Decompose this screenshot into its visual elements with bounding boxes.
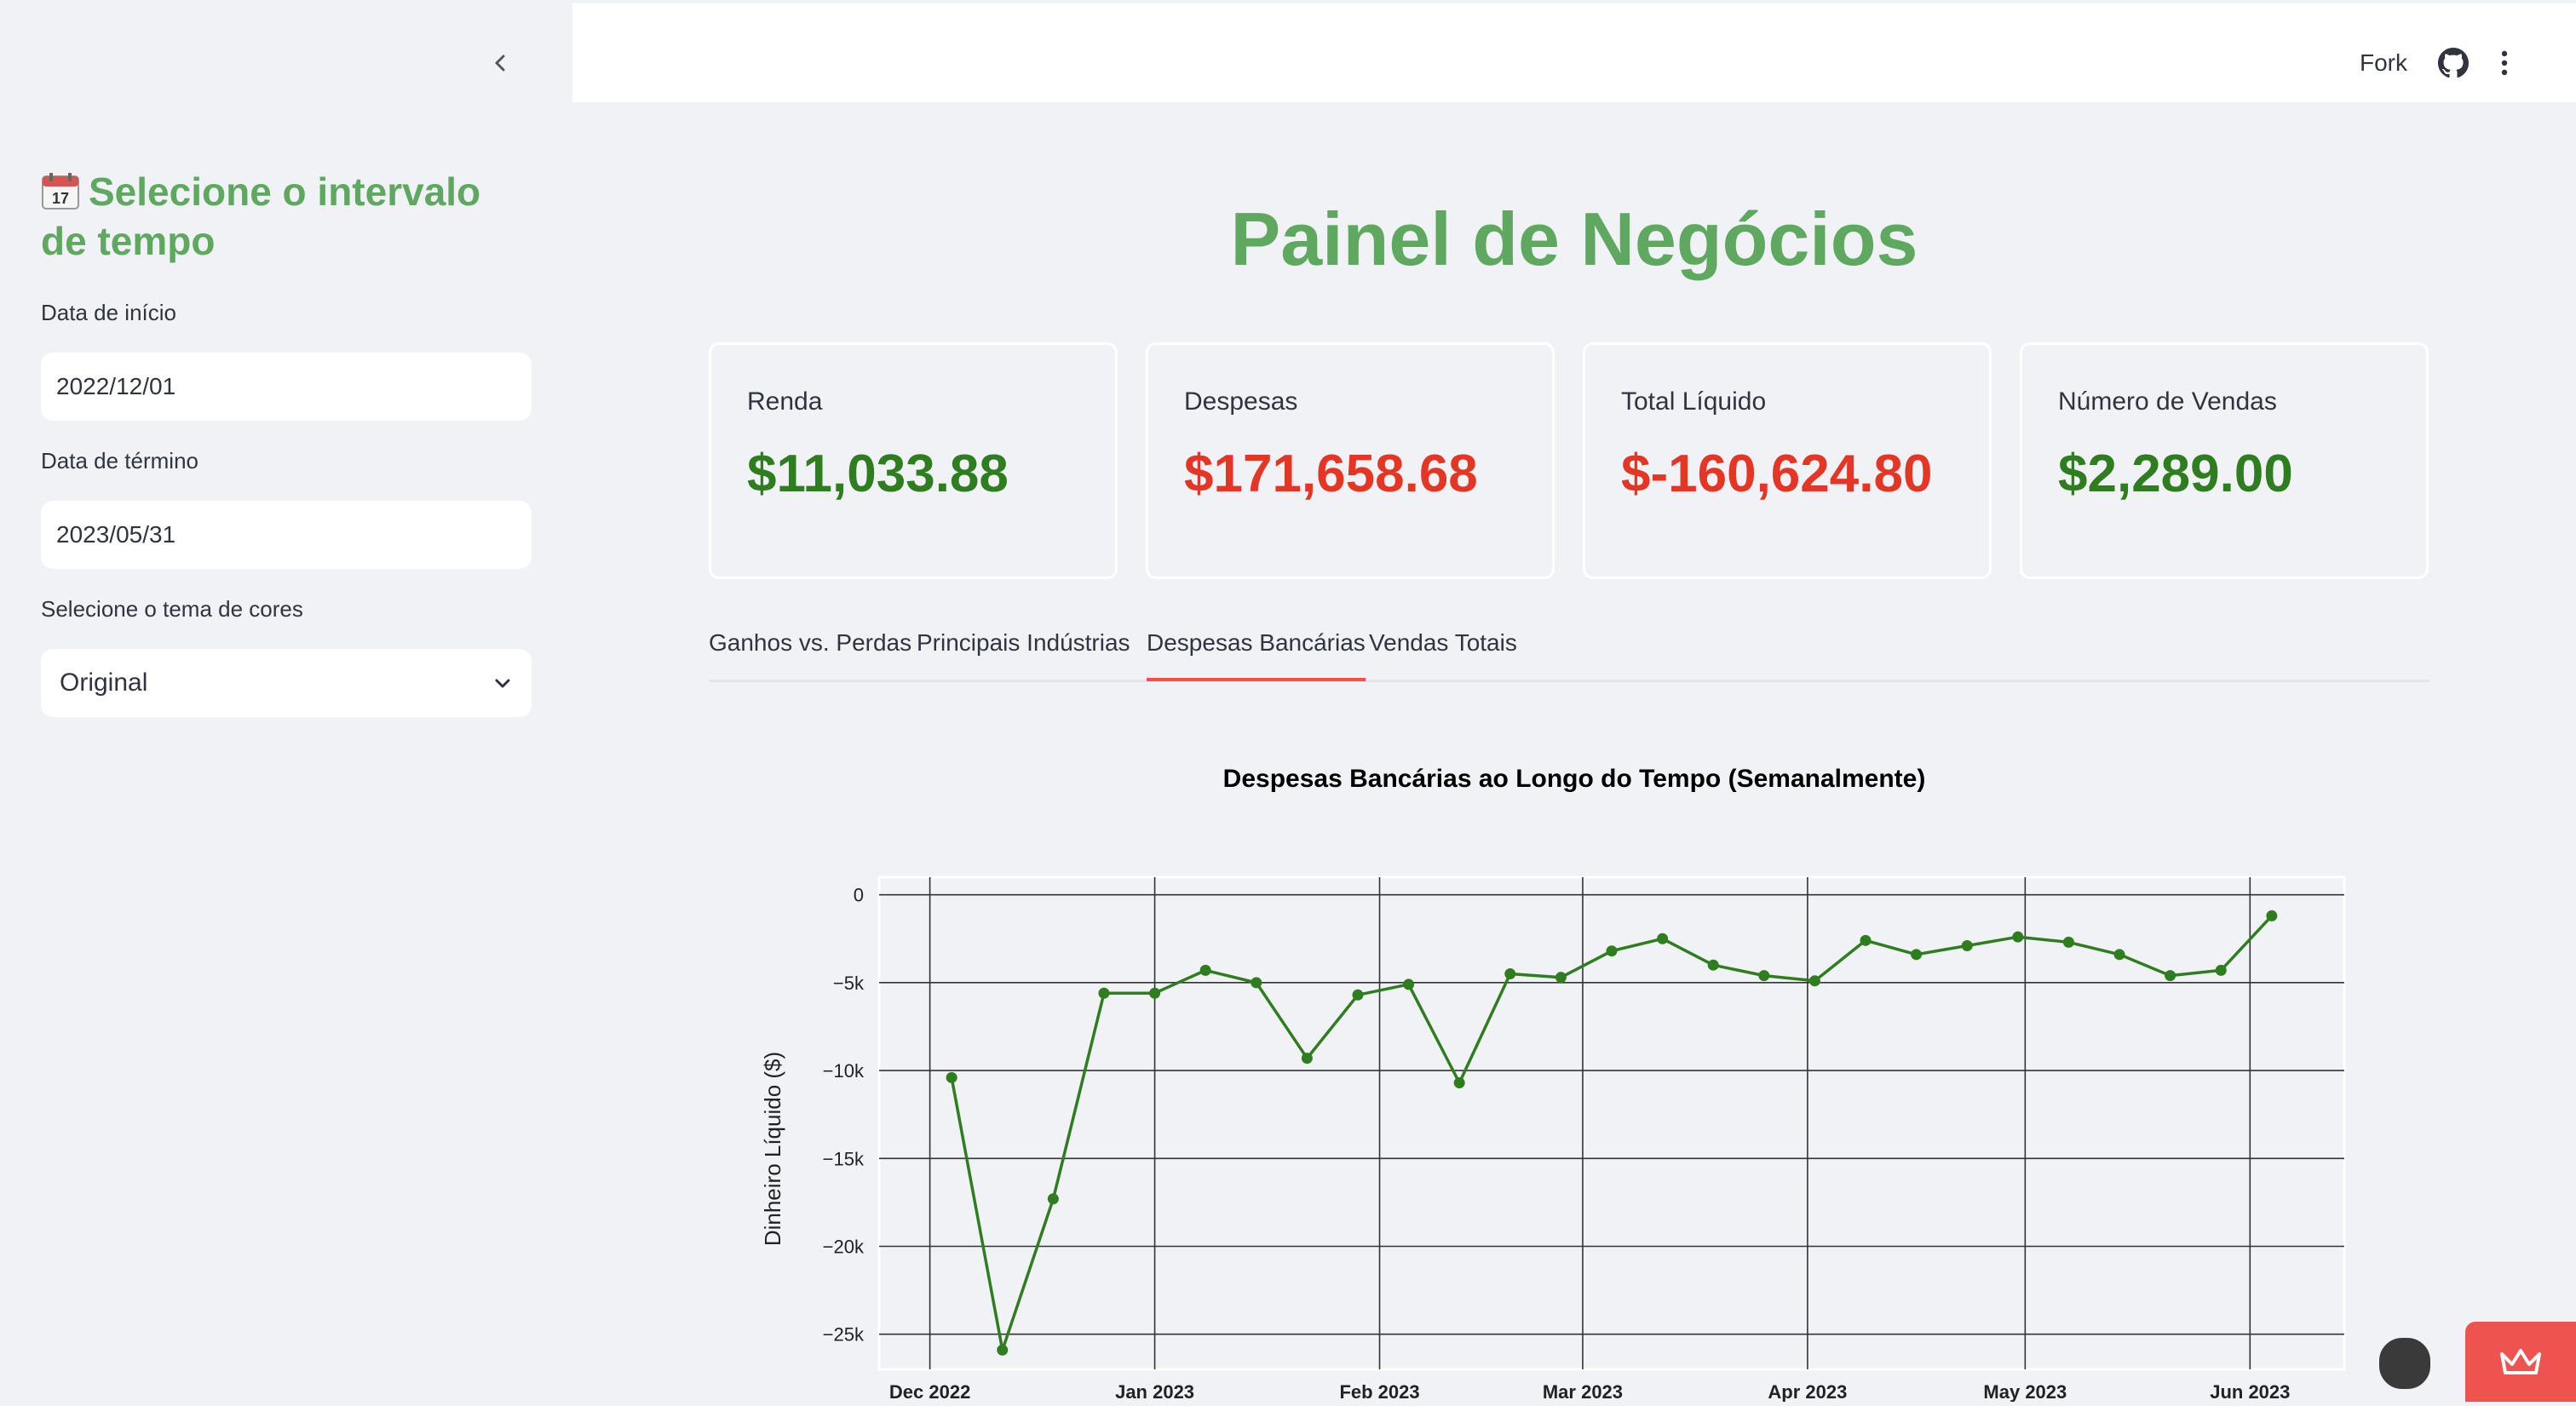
start-date-label: Data de início <box>41 300 176 325</box>
sidebar-title: 17 Selecione o intervalo de tempo <box>41 167 535 266</box>
crown-icon <box>2500 1349 2541 1374</box>
y-tick-label: −25k <box>823 1324 865 1346</box>
data-point <box>1251 977 1262 989</box>
metric-card-renda: Renda $11,033.88 <box>709 342 1118 579</box>
data-point <box>946 1071 957 1083</box>
chevron-left-icon <box>495 55 505 72</box>
chart-svg: 0 −5k −10k −15k −20k −25k Dec 2022 Jan 2023 Feb … <box>760 875 2346 1403</box>
end-date-input[interactable]: 2023/05/31 <box>41 501 532 569</box>
tab-principais-industrias[interactable]: Principais Indústrias <box>917 627 1130 680</box>
svg-text:17: 17 <box>52 190 69 207</box>
data-point <box>1606 945 1618 957</box>
line-chart: 0 −5k −10k −15k −20k −25k Dec 2022 Jan 2023 Feb … <box>733 860 2368 1403</box>
data-point <box>1047 1193 1059 1205</box>
data-point <box>1555 972 1567 984</box>
x-tick-label: Apr 2023 <box>1768 1381 1847 1402</box>
data-point <box>2113 949 2125 961</box>
data-point <box>2165 970 2176 982</box>
metric-value: $171,658.68 <box>1184 445 1478 503</box>
chart-title: Despesas Bancárias ao Longo do Tempo (Se… <box>1222 765 1926 793</box>
tab-despesas-bancarias[interactable]: Despesas Bancárias <box>1147 627 1366 681</box>
data-point <box>1860 934 1872 946</box>
metric-value: $11,033.88 <box>747 445 1009 503</box>
fork-link[interactable]: Fork <box>2360 49 2407 77</box>
sidebar-title-text: Selecione o intervalo de tempo <box>41 169 481 263</box>
metric-label: Número de Vendas <box>2058 387 2277 416</box>
metric-value: $-160,624.80 <box>1621 445 1933 503</box>
end-date-value: 2023/05/31 <box>56 521 176 548</box>
metric-card-total-liquido: Total Líquido $-160,624.80 <box>1583 342 1992 579</box>
data-point <box>1199 964 1211 976</box>
metric-label: Despesas <box>1184 387 1298 416</box>
y-tick-label: −10k <box>823 1060 865 1082</box>
data-point <box>997 1344 1009 1356</box>
chevron-down-icon <box>495 679 510 688</box>
theme-select-value: Original <box>60 669 148 697</box>
github-icon[interactable] <box>2438 48 2469 78</box>
page-title: Painel de Negócios <box>1230 197 1918 281</box>
metric-card-despesas: Despesas $171,658.68 <box>1146 342 1555 579</box>
chart-title-row: Despesas Bancárias ao Longo do Tempo (Se… <box>572 765 2576 794</box>
metric-label: Renda <box>747 387 823 416</box>
data-point <box>1301 1053 1313 1065</box>
x-tick-label: Jan 2023 <box>1115 1381 1194 1402</box>
avatar[interactable] <box>2377 1335 2433 1392</box>
end-date-label: Data de término <box>41 448 198 473</box>
y-axis-label: Dinheiro Líquido ($) <box>760 1052 785 1246</box>
x-tick-label: Dec 2022 <box>889 1381 970 1402</box>
data-point <box>1758 970 1770 982</box>
x-tick-label: Jun 2023 <box>2210 1381 2290 1402</box>
data-point <box>1098 987 1110 999</box>
y-tick-label: 0 <box>854 885 864 906</box>
data-point <box>1657 933 1669 944</box>
streamlit-badge-button[interactable] <box>2465 1322 2576 1402</box>
data-point <box>1961 940 1973 952</box>
sidebar: 17 Selecione o intervalo de tempo Data d… <box>0 0 572 1402</box>
x-tick-label: May 2023 <box>1983 1381 2067 1402</box>
data-point <box>2215 964 2227 976</box>
data-point <box>2266 910 2278 921</box>
data-point <box>1504 968 1516 980</box>
chart-tabs: Ganhos vs. Perdas Principais Indústrias … <box>709 627 2429 682</box>
metric-card-numero-vendas: Número de Vendas $2,289.00 <box>2020 342 2429 579</box>
theme-select[interactable]: Original <box>41 649 532 717</box>
tab-ganhos-vs-perdas[interactable]: Ganhos vs. Perdas <box>709 627 911 680</box>
x-tick-label: Feb 2023 <box>1339 1381 1419 1402</box>
data-point <box>1707 959 1719 971</box>
start-date-input[interactable]: 2022/12/01 <box>41 353 532 421</box>
data-point <box>2012 931 2024 943</box>
theme-select-label: Selecione o tema de cores <box>41 596 303 622</box>
data-point <box>1403 978 1415 990</box>
data-point <box>1911 949 1923 961</box>
data-point <box>1149 987 1161 999</box>
app-header: Fork <box>572 3 2576 102</box>
metric-label: Total Líquido <box>1621 387 1767 416</box>
calendar-icon: 17 <box>42 173 79 209</box>
metric-value: $2,289.00 <box>2058 445 2293 503</box>
collapse-sidebar-button[interactable] <box>484 46 518 80</box>
data-point <box>1808 975 1820 987</box>
main-menu-icon[interactable] <box>2489 48 2520 78</box>
data-point <box>2062 936 2074 948</box>
data-point <box>1453 1077 1465 1089</box>
tab-vendas-totais[interactable]: Vendas Totais <box>1369 627 1517 680</box>
data-point <box>1352 989 1364 1001</box>
y-tick-label: −15k <box>823 1148 865 1169</box>
y-tick-label: −5k <box>833 973 865 994</box>
start-date-value: 2022/12/01 <box>56 373 176 399</box>
y-tick-label: −20k <box>823 1237 865 1258</box>
x-tick-label: Mar 2023 <box>1543 1381 1623 1402</box>
